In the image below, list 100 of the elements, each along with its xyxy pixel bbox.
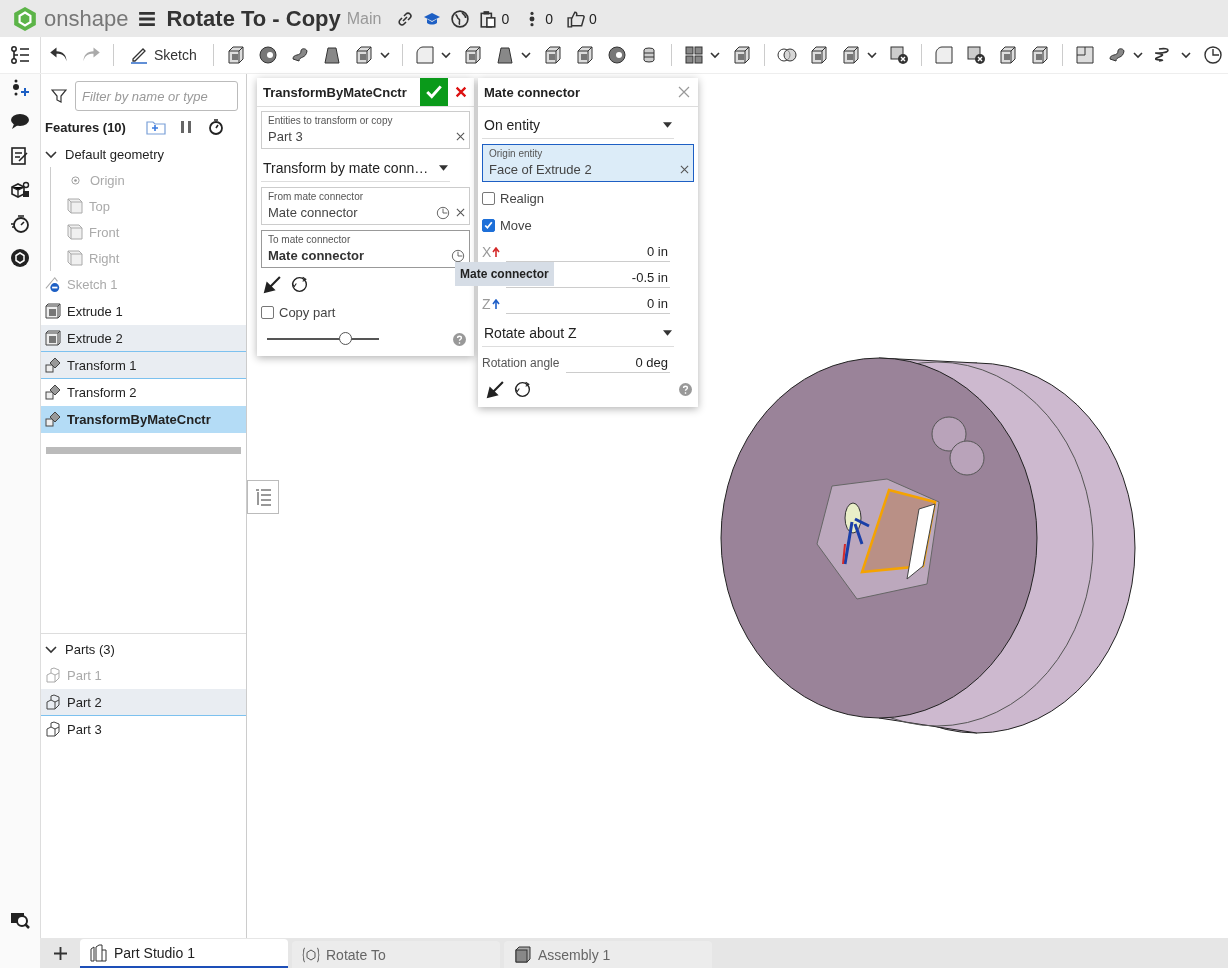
caret-icon[interactable] (440, 50, 451, 60)
chamfer-icon[interactable] (462, 45, 483, 65)
selection-field[interactable]: From mate connector Mate connector (261, 187, 470, 225)
plus-icon (53, 946, 67, 960)
transform-type-dropdown[interactable]: Transform by mate conn… (261, 154, 450, 182)
rotation-axis-dropdown[interactable]: Rotate about Z (482, 319, 674, 347)
split-icon[interactable] (731, 45, 752, 65)
offset-icon[interactable] (1029, 45, 1050, 65)
caret-icon[interactable] (1132, 50, 1143, 60)
add-variable-icon[interactable] (10, 78, 30, 98)
chevron-icon[interactable] (45, 643, 57, 655)
extrude-icon[interactable] (225, 45, 246, 65)
sweep-icon[interactable] (289, 45, 310, 65)
rotation-angle-field[interactable]: 0 deg (566, 352, 670, 373)
clear-icon[interactable] (680, 165, 689, 174)
thicken-icon[interactable] (353, 45, 374, 65)
delete-surface-icon[interactable] (965, 45, 986, 65)
document-tab[interactable]: Rotate To (292, 941, 500, 968)
option-checkbox[interactable]: Realign (482, 187, 694, 209)
stopwatch-icon[interactable] (10, 214, 30, 234)
document-tab[interactable]: Part Studio 1 (80, 939, 288, 968)
search-icon[interactable] (10, 910, 30, 930)
surface-icon[interactable] (933, 45, 954, 65)
tree-item[interactable]: Default geometry (65, 146, 164, 162)
accept-button[interactable] (420, 78, 448, 106)
plane-icon (67, 198, 83, 214)
close-icon[interactable] (678, 86, 690, 98)
loft-icon[interactable] (321, 45, 342, 65)
caret-icon[interactable] (866, 50, 877, 60)
hole-icon[interactable] (606, 45, 627, 65)
shell-icon[interactable] (574, 45, 595, 65)
rib-icon[interactable] (542, 45, 563, 65)
curve-icon[interactable] (1106, 45, 1127, 65)
comment-icon[interactable] (10, 112, 30, 132)
caret-icon[interactable] (1180, 50, 1191, 60)
filter-field[interactable]: Filter by name or type (75, 81, 238, 111)
app-store-icon[interactable] (10, 248, 30, 268)
dialog-title: TransformByMateCnctr (263, 84, 408, 100)
thumbs-up-icon[interactable] (567, 9, 586, 28)
grid-icon[interactable] (683, 45, 704, 65)
transform-icon (45, 357, 61, 373)
field-label: To mate connector (268, 234, 352, 245)
offset-field[interactable]: 0 in (506, 241, 670, 262)
selection-field[interactable]: Entities to transform or copy Part 3 (261, 111, 470, 149)
feature-row[interactable]: TransformByMateCnctr (41, 406, 246, 433)
draft-icon[interactable] (494, 45, 515, 65)
document-tab[interactable]: Assembly 1 (504, 941, 712, 968)
cube-lock-icon[interactable] (10, 180, 30, 200)
plane-icon[interactable] (1074, 45, 1095, 65)
copy-part-checkbox[interactable]: Copy part (261, 301, 470, 323)
rotate-icon[interactable] (290, 275, 309, 294)
part-icon (45, 721, 61, 737)
caret-icon[interactable] (520, 50, 531, 60)
revolve-icon[interactable] (257, 45, 278, 65)
logo-icon[interactable] (12, 5, 38, 32)
feature-row[interactable]: Extrude 1 (41, 298, 246, 325)
field-value: Part 3 (268, 129, 303, 144)
resize-handle[interactable] (46, 447, 241, 454)
feature-row[interactable]: Transform 2 (41, 379, 246, 406)
feature-tree-icon[interactable] (10, 45, 30, 65)
field-value: Mate connector (268, 248, 365, 263)
mode-dropdown[interactable]: On entity (482, 111, 674, 139)
link-icon[interactable] (397, 9, 414, 28)
flip-arrow-icon[interactable] (486, 380, 505, 399)
sketch-button[interactable]: Sketch (126, 46, 201, 64)
origin-entity-field[interactable]: Origin entity Face of Extrude 2 (482, 144, 694, 182)
parts-heading[interactable]: Parts (3) (65, 641, 115, 657)
brand-name: onshape (44, 5, 129, 32)
caret-icon[interactable] (379, 50, 390, 60)
selection-field[interactable]: To mate connector Mate connector (261, 230, 470, 268)
option-checkbox[interactable]: Move (482, 214, 694, 236)
slider-thumb[interactable] (339, 332, 353, 345)
help-icon[interactable] (679, 383, 692, 396)
filter-icon[interactable] (51, 88, 67, 104)
part-studio-icon (90, 943, 108, 962)
feature-row[interactable]: Extrude 2 (41, 325, 246, 352)
flip-arrow-icon[interactable] (263, 275, 282, 294)
delete-part-icon[interactable] (888, 45, 909, 65)
help-icon[interactable] (453, 332, 466, 346)
add-folder-icon[interactable] (145, 119, 166, 135)
list-toggle-icon[interactable] (247, 480, 279, 514)
clipboard-icon[interactable] (479, 9, 498, 28)
part-row[interactable]: Part 3 (41, 716, 246, 743)
feature-row[interactable]: Transform 1 (41, 352, 246, 379)
chevron-icon[interactable] (45, 148, 57, 160)
fillet-icon[interactable] (414, 45, 435, 65)
menu-icon[interactable] (138, 9, 157, 28)
count-label: 0 (545, 10, 554, 27)
rotate-icon[interactable] (513, 380, 532, 399)
clear-icon[interactable] (456, 132, 465, 141)
notes-icon[interactable] (10, 146, 30, 166)
offset-field[interactable]: 0 in (506, 293, 670, 314)
part-row[interactable]: Part 2 (41, 689, 246, 716)
extract-icon[interactable] (997, 45, 1018, 65)
box-icon[interactable] (808, 45, 829, 65)
caret-icon[interactable] (709, 50, 720, 60)
clear-icon[interactable] (456, 208, 465, 217)
clock-icon[interactable] (1202, 45, 1223, 65)
transform-icon[interactable] (840, 45, 861, 65)
circles-icon[interactable] (776, 45, 797, 65)
